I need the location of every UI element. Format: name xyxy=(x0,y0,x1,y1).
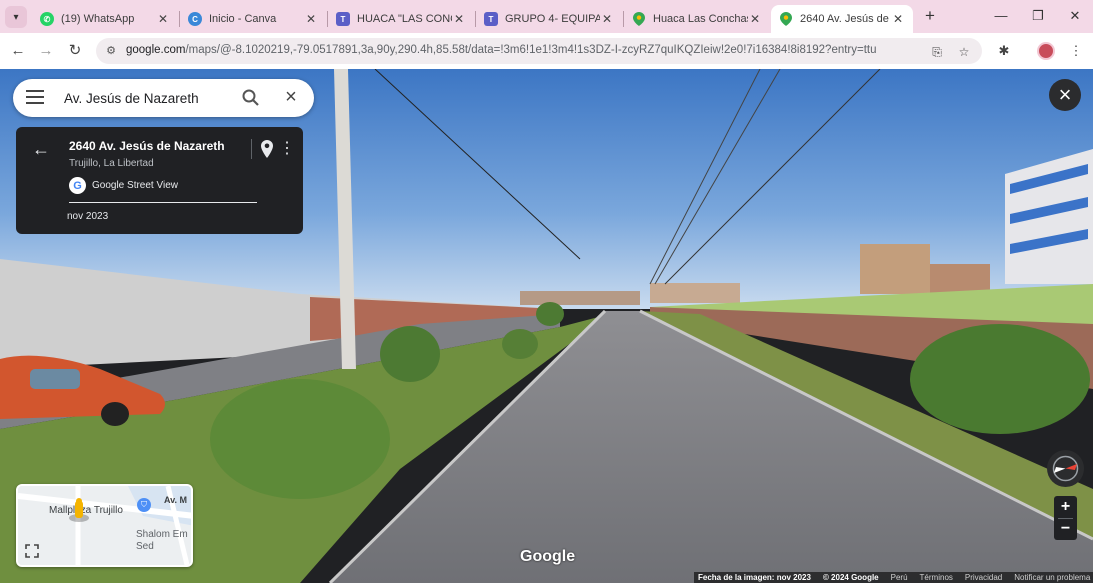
expand-map-icon[interactable] xyxy=(25,544,39,558)
google-g-icon: G xyxy=(69,177,86,194)
url-text[interactable]: google.com/maps/@-8.1020219,-79.0517891,… xyxy=(126,44,877,56)
more-options-icon[interactable]: ⋮ xyxy=(279,139,295,159)
teams-icon: T xyxy=(484,12,498,26)
tab-strip: ▾ ✆ (19) WhatsApp ✕ C Inicio - Canva ✕ T… xyxy=(0,0,1093,33)
search-box[interactable]: Av. Jesús de Nazareth × xyxy=(13,79,314,117)
maps-icon xyxy=(632,12,646,26)
tab-active-streetview[interactable]: 2640 Av. Jesús de Nazareth ✕ xyxy=(771,5,913,33)
place-subtitle: Trujillo, La Libertad xyxy=(69,158,154,169)
window-close-icon[interactable]: ✕ xyxy=(1060,6,1090,26)
site-info-icon[interactable]: ⚙ xyxy=(103,43,119,59)
location-pin-icon[interactable] xyxy=(260,139,274,159)
close-tab-icon[interactable]: ✕ xyxy=(748,12,762,26)
compass-icon[interactable] xyxy=(1047,450,1084,487)
url-path: /maps/@-8.1020219,-79.0517891,3a,90y,290… xyxy=(185,44,877,56)
bookmark-star-icon[interactable]: ☆ xyxy=(956,44,972,60)
url-domain: google.com xyxy=(126,44,186,56)
tab-title: GRUPO 4- EQUIPAMIENTO xyxy=(505,13,600,25)
tab-huaca-maps[interactable]: Huaca Las Conchas - Google Maps ✕ xyxy=(624,5,770,33)
tab-grupo4-teams[interactable]: T GRUPO 4- EQUIPAMIENTO ✕ xyxy=(476,5,622,33)
place-title: 2640 Av. Jesús de Nazareth xyxy=(69,139,225,153)
close-tab-icon[interactable]: ✕ xyxy=(304,12,318,26)
report-problem-link[interactable]: Notificar un problema xyxy=(1014,573,1090,582)
hamburger-menu-icon[interactable] xyxy=(26,90,44,106)
minimap-street-label: Av. M xyxy=(164,495,188,505)
back-arrow-icon[interactable]: ← xyxy=(32,139,50,159)
menu-kebab-icon[interactable]: ⋮ xyxy=(1066,41,1086,61)
canva-icon: C xyxy=(188,12,202,26)
new-tab-button[interactable]: + xyxy=(920,6,940,26)
minimize-icon[interactable]: — xyxy=(986,6,1016,26)
clear-search-icon[interactable]: × xyxy=(281,87,301,107)
minimap-other-label: Shalom Em Sed xyxy=(136,529,188,552)
address-bar[interactable]: ⚙ google.com/maps/@-8.1020219,-79.051789… xyxy=(96,38,982,64)
forward-icon[interactable]: → xyxy=(36,41,56,61)
close-tab-icon[interactable]: ✕ xyxy=(452,12,466,26)
browser-toolbar: ← → ↻ ⚙ google.com/maps/@-8.1020219,-79.… xyxy=(0,33,1093,69)
image-date-label: Fecha de la imagen: nov 2023 xyxy=(698,573,811,582)
install-app-icon[interactable]: ⎘ xyxy=(929,44,945,60)
tab-title: Inicio - Canva xyxy=(209,13,277,25)
capture-date[interactable]: nov 2023 xyxy=(67,211,108,222)
tab-canva[interactable]: C Inicio - Canva ✕ xyxy=(180,5,326,33)
zoom-controls: + − xyxy=(1054,496,1077,540)
card-divider xyxy=(251,139,252,159)
tab-huaca-teams[interactable]: T HUACA "LAS CONCHAS" ✕ xyxy=(328,5,474,33)
tab-title: HUACA "LAS CONCHAS" xyxy=(357,13,452,25)
source-label: Google Street View xyxy=(92,180,178,191)
tab-title: Huaca Las Conchas - Google Maps xyxy=(653,13,748,25)
street-view-source: G Google Street View xyxy=(69,177,178,194)
restore-icon[interactable]: ❐ xyxy=(1023,6,1053,26)
map-footer: Fecha de la imagen: nov 2023 © 2024 Goog… xyxy=(694,572,1093,583)
maps-icon xyxy=(779,12,793,26)
tab-whatsapp[interactable]: ✆ (19) WhatsApp ✕ xyxy=(32,5,178,33)
poi-pin-icon: ⛉ xyxy=(137,498,151,512)
close-tab-icon[interactable]: ✕ xyxy=(891,12,905,26)
minimap[interactable]: Av. M ⛉ Mallplaza Trujillo Shalom Em Sed xyxy=(16,484,193,567)
close-street-view-button[interactable]: × xyxy=(1049,79,1081,111)
google-watermark: Google xyxy=(520,548,576,565)
terms-link[interactable]: Términos xyxy=(920,573,953,582)
zoom-in-button[interactable]: + xyxy=(1054,496,1077,518)
date-divider xyxy=(69,202,257,203)
reload-icon[interactable]: ↻ xyxy=(65,41,85,61)
profile-avatar[interactable] xyxy=(1037,42,1055,60)
back-icon[interactable]: ← xyxy=(8,41,28,61)
privacy-link[interactable]: Privacidad xyxy=(965,573,1002,582)
extensions-icon[interactable]: ✱ xyxy=(994,41,1014,61)
tab-title: 2640 Av. Jesús de Nazareth xyxy=(800,13,891,25)
whatsapp-icon: ✆ xyxy=(40,12,54,26)
pegman-icon xyxy=(69,498,89,522)
copyright-label: © 2024 Google xyxy=(822,573,879,582)
country-link[interactable]: Perú xyxy=(891,573,908,582)
tab-search-icon[interactable]: ▾ xyxy=(5,6,27,28)
tab-title: (19) WhatsApp xyxy=(61,13,135,25)
teams-icon: T xyxy=(336,12,350,26)
place-info-card: ← 2640 Av. Jesús de Nazareth Trujillo, L… xyxy=(16,127,303,234)
search-input[interactable]: Av. Jesús de Nazareth xyxy=(64,91,199,106)
close-tab-icon[interactable]: ✕ xyxy=(600,12,614,26)
close-tab-icon[interactable]: ✕ xyxy=(156,12,170,26)
street-view-panorama[interactable]: Av. Jesús de Nazareth × ← 2640 Av. Jesús… xyxy=(0,69,1093,583)
search-icon[interactable] xyxy=(241,88,261,108)
zoom-out-button[interactable]: − xyxy=(1054,518,1077,540)
zoom-divider xyxy=(1058,518,1073,519)
